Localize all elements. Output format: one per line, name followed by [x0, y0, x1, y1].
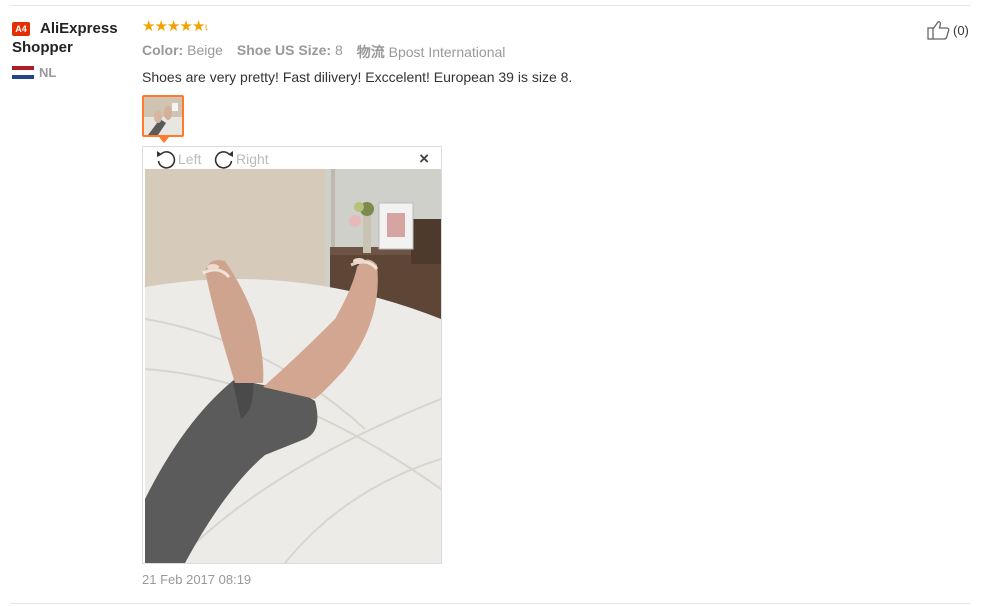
bottom-divider	[10, 603, 970, 604]
helpful-button[interactable]: (0)	[927, 20, 969, 40]
attribute-color: Color: Beige	[142, 42, 223, 62]
reviewer-info: A4 AliExpress Shopper NL	[12, 19, 132, 80]
star-icon: ★	[179, 17, 192, 35]
country-code: NL	[39, 65, 57, 80]
attribute-value: 8	[334, 42, 343, 58]
helpful-count: (0)	[953, 22, 969, 38]
attribute-label: Color:	[142, 42, 184, 58]
attribute-label: Shoe US Size:	[236, 42, 332, 58]
rotate-left-icon	[157, 151, 176, 169]
attribute-size: Shoe US Size: 8	[237, 42, 343, 62]
star-icon: ★	[191, 17, 205, 35]
thumbs-up-icon	[927, 21, 950, 40]
rotate-right-label: Right	[236, 151, 269, 167]
star-icon: ★	[154, 17, 167, 35]
review-text: Shoes are very pretty! Fast dilivery! Ex…	[142, 69, 573, 85]
top-divider	[10, 5, 970, 6]
photo-viewer: Left Right ×	[142, 146, 442, 564]
review-photo	[145, 169, 441, 563]
review-body: ★ ★ ★ ★ ★ ɩ Color: Beige Shoe US Size: 8…	[142, 18, 902, 86]
review-photo-thumbnail[interactable]	[142, 95, 184, 137]
attribute-value: Beige	[187, 42, 223, 58]
level-badge: A4	[12, 22, 30, 36]
rotate-left-button[interactable]: Left	[155, 149, 201, 169]
rotate-left-label: Left	[178, 151, 202, 167]
reviewer-country: NL	[12, 65, 132, 80]
rotate-right-icon	[214, 151, 233, 169]
viewer-toolbar: Left Right ×	[143, 147, 441, 169]
attribute-logistics: 物流 Bpost International	[357, 42, 506, 62]
reviewer-name: AliExpress Shopper	[12, 19, 118, 57]
reviewer-name-line1: AliExpress	[40, 20, 118, 37]
review-date: 21 Feb 2017 08:19	[142, 572, 252, 587]
star-icon: ★	[166, 17, 180, 35]
attribute-value: Bpost International	[388, 44, 506, 60]
rotate-right-button[interactable]: Right	[213, 149, 269, 169]
star-tail-icon: ɩ	[205, 22, 208, 33]
reviewer-name-line2: Shopper	[12, 39, 73, 56]
thumbnail-image	[144, 97, 182, 135]
netherlands-flag-icon	[12, 65, 34, 80]
order-attributes: Color: Beige Shoe US Size: 8 物流 Bpost In…	[142, 42, 902, 62]
close-icon[interactable]: ×	[419, 149, 429, 169]
review-photo-image	[145, 169, 441, 563]
attribute-label: 物流	[356, 44, 385, 60]
star-rating: ★ ★ ★ ★ ★ ɩ	[142, 18, 902, 34]
star-icon: ★	[142, 17, 155, 35]
thumbnail-pointer	[159, 137, 169, 143]
